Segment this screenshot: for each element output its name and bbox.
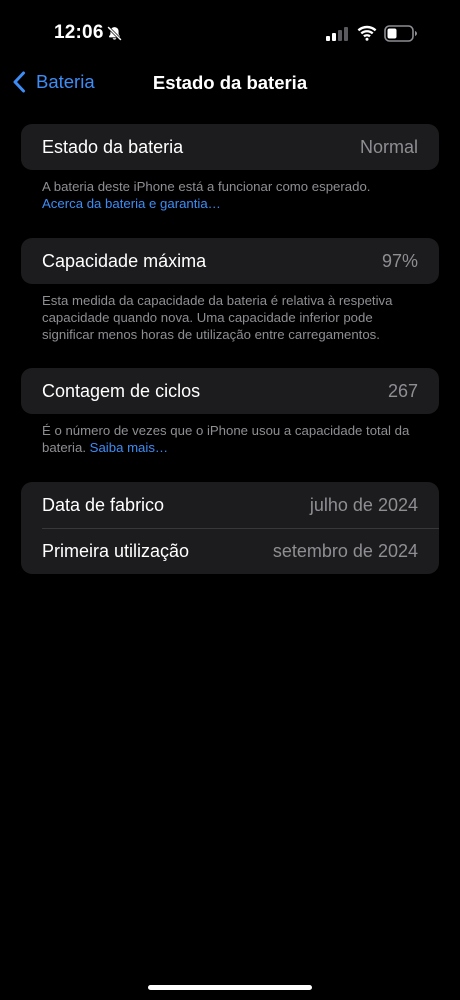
- manufacture-date-value: julho de 2024: [309, 494, 418, 515]
- dates-group: Data de fabrico julho de 2024 Primeira u…: [21, 482, 439, 574]
- cycle-count-label: Contagem de ciclos: [42, 380, 201, 401]
- battery-health-row[interactable]: Estado da bateria Normal: [21, 124, 439, 170]
- status-time: 12:06: [54, 22, 104, 43]
- battery-health-value: Normal: [359, 136, 418, 157]
- battery-health-footnote-text: A bateria deste iPhone está a funcionar …: [42, 179, 371, 194]
- battery-icon: [384, 25, 417, 42]
- battery-health-group: Estado da bateria Normal: [21, 124, 439, 170]
- max-capacity-footnote: Esta medida da capacidade da bateria é r…: [42, 293, 393, 342]
- learn-more-link[interactable]: Saiba mais…: [90, 440, 168, 455]
- wifi-icon: [357, 25, 377, 41]
- manufacture-date-label: Data de fabrico: [42, 494, 165, 515]
- battery-health-label: Estado da bateria: [42, 136, 184, 157]
- max-capacity-group: Capacidade máxima 97%: [21, 238, 439, 284]
- status-bar: 12:06: [0, 0, 460, 60]
- manufacture-date-row: Data de fabrico julho de 2024: [21, 482, 439, 528]
- max-capacity-row: Capacidade máxima 97%: [21, 238, 439, 284]
- max-capacity-label: Capacidade máxima: [42, 250, 207, 271]
- home-indicator[interactable]: [148, 985, 312, 990]
- cycle-count-group: Contagem de ciclos 267: [21, 368, 439, 414]
- cycle-count-value: 267: [387, 380, 418, 401]
- cycle-count-footnote: É o número de vezes que o iPhone usou a …: [42, 422, 427, 456]
- battery-health-footnote: A bateria deste iPhone está a funcionar …: [42, 178, 427, 212]
- battery-health-screen: 12:06 Bateria Estado da bateria Estado d…: [0, 0, 460, 1000]
- page-title: Estado da bateria: [152, 72, 308, 93]
- first-use-row: Primeira utilização setembro de 2024: [21, 528, 439, 574]
- first-use-value: setembro de 2024: [272, 540, 418, 561]
- max-capacity-value: 97%: [381, 250, 418, 271]
- cycle-count-row: Contagem de ciclos 267: [21, 368, 439, 414]
- cellular-signal-icon: [326, 27, 348, 41]
- battery-warranty-link[interactable]: Acerca da bateria e garantia…: [42, 196, 221, 211]
- bell-slash-icon: [107, 26, 122, 41]
- first-use-label: Primeira utilização: [42, 540, 190, 561]
- navigation-bar: Bateria Estado da bateria: [0, 60, 460, 104]
